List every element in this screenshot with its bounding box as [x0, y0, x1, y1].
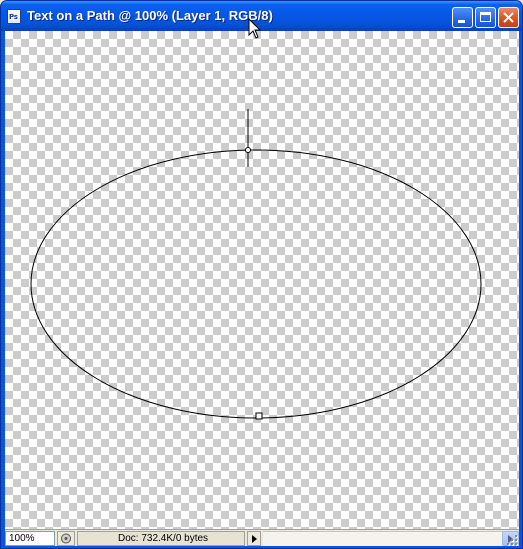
app-icon-text: Ps	[9, 13, 18, 21]
horizontal-scrollbar[interactable]	[263, 531, 519, 546]
minimize-button[interactable]	[452, 7, 473, 28]
anchor-point-bottom	[255, 412, 263, 420]
close-icon	[503, 12, 514, 23]
doc-info-menu-button[interactable]	[247, 531, 261, 546]
status-menu-button[interactable]	[57, 531, 75, 546]
status-menu-icon	[61, 533, 71, 544]
close-button[interactable]	[498, 7, 519, 28]
ellipse-path[interactable]	[5, 31, 519, 529]
minimize-icon	[458, 20, 465, 23]
document-window: Ps Text on a Path @ 100% (Layer 1, RGB/8…	[0, 0, 523, 549]
maximize-button[interactable]	[475, 7, 496, 28]
photoshop-document-icon[interactable]: Ps	[7, 9, 21, 24]
mouse-cursor-icon	[248, 18, 262, 39]
maximize-icon	[480, 12, 491, 22]
doc-size-info: Doc: 732.4K/0 bytes	[77, 531, 245, 546]
document-canvas[interactable]	[5, 31, 519, 529]
window-title: Text on a Path @ 100% (Layer 1, RGB/8)	[27, 8, 273, 23]
resize-grip-icon[interactable]	[505, 533, 519, 547]
zoom-field[interactable]: 100%	[5, 531, 55, 546]
status-bar: 100% Doc: 732.4K/0 bytes	[5, 529, 519, 546]
anchor-point-top	[245, 147, 251, 153]
